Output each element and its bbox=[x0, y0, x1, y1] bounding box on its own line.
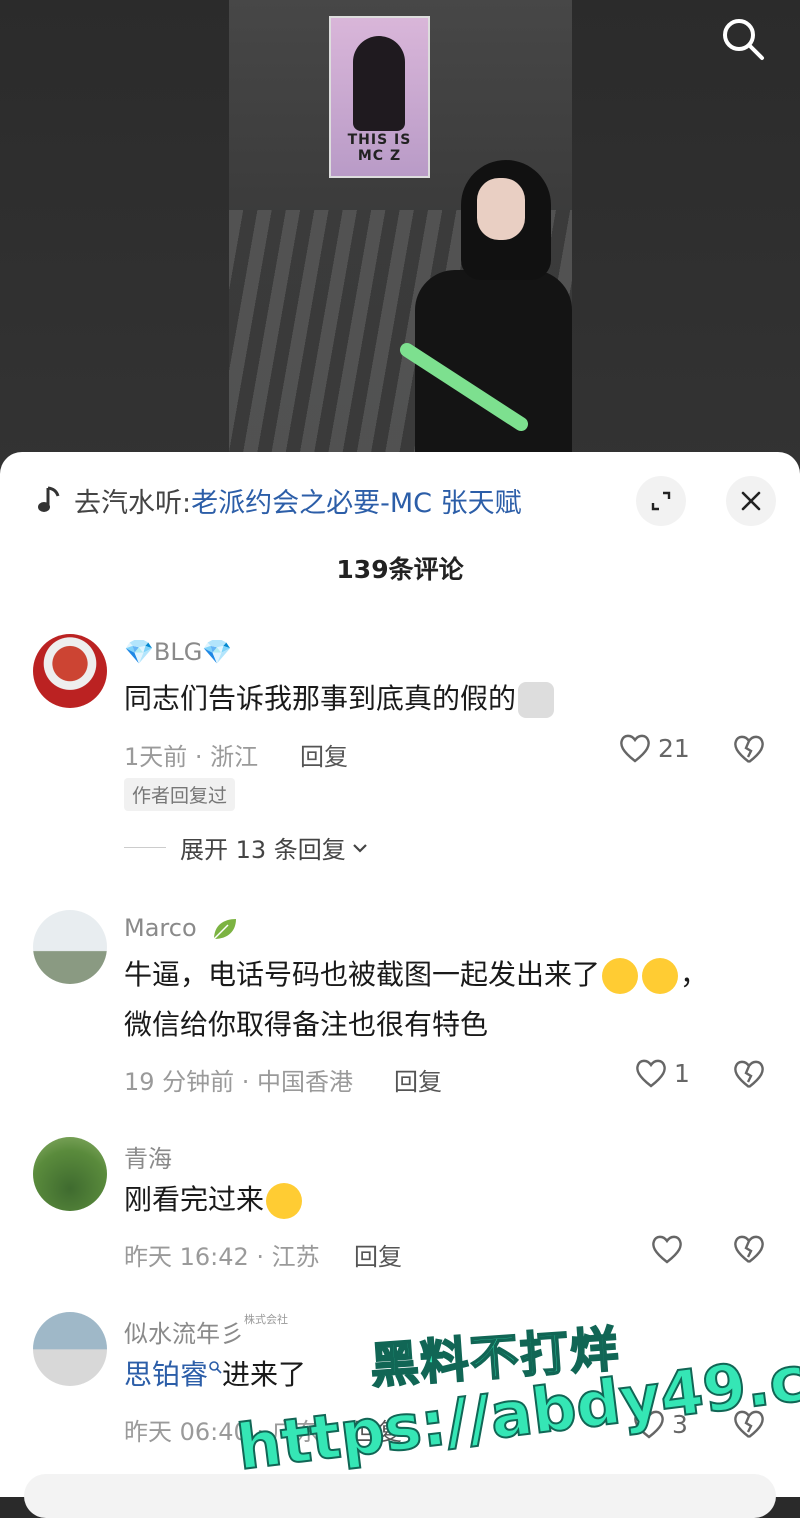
comment-meta: 1天前 · 浙江 bbox=[124, 743, 259, 771]
comment-meta: 昨天 16:42 · 江苏 bbox=[124, 1243, 320, 1271]
comment-text-body: 同志们告诉我那事到底真的假的 bbox=[124, 682, 517, 715]
leaf-icon bbox=[213, 919, 237, 940]
song-title[interactable]: 老派约会之必要-MC 张天赋 bbox=[191, 481, 521, 520]
reply-button[interactable]: 回复 bbox=[354, 1237, 402, 1272]
comment-meta: 19 分钟前 · 中国香港 bbox=[124, 1068, 354, 1096]
comment-username[interactable]: 💎BLG💎 bbox=[124, 638, 232, 666]
music-prefix: 去汽水听: bbox=[74, 487, 192, 519]
expand-icon bbox=[651, 491, 671, 511]
comment-username[interactable]: 似水流年彡株式会社 bbox=[124, 1313, 288, 1349]
music-note-icon bbox=[38, 486, 60, 512]
concert-poster: THIS IS MC Z bbox=[329, 16, 430, 178]
comment-text-tail: ， bbox=[680, 958, 709, 991]
video-frame[interactable]: THIS IS MC Z bbox=[229, 0, 572, 452]
comment-text: 刚看完过来 bbox=[124, 1175, 304, 1225]
poster-text: THIS IS MC Z bbox=[347, 132, 412, 164]
mention-link[interactable]: 思铂睿 bbox=[124, 1358, 208, 1391]
like-count: 1 bbox=[674, 1058, 690, 1088]
comment-text-line1: 牛逼，电话号码也被截图一起发出来了 ， bbox=[124, 950, 708, 1000]
close-button[interactable] bbox=[726, 476, 776, 526]
author-replied-badge: 作者回复过 bbox=[124, 778, 236, 811]
expand-replies-button[interactable]: 展开 13 条回复 bbox=[124, 830, 370, 865]
comment-username[interactable]: 青海 bbox=[124, 1139, 172, 1174]
comment-text: 同志们告诉我那事到底真的假的 bbox=[124, 674, 556, 724]
husky-emoji-icon bbox=[518, 682, 555, 718]
comment-text-line2: 微信给你取得备注也很有特色 bbox=[124, 1008, 489, 1041]
person-face bbox=[477, 178, 525, 240]
broken-heart-icon[interactable] bbox=[732, 1233, 766, 1265]
reply-button[interactable]: 回复 bbox=[394, 1062, 442, 1097]
comment-count: 139条评论 bbox=[336, 555, 464, 584]
divider-line bbox=[124, 847, 166, 848]
music-link[interactable]: 去汽水听: 老派约会之必要-MC 张天赋 bbox=[36, 480, 522, 520]
avatar[interactable] bbox=[33, 634, 107, 708]
avatar[interactable] bbox=[33, 910, 107, 984]
comment-username-text: Marco bbox=[124, 914, 197, 942]
crying-laughing-emoji-icon bbox=[642, 958, 679, 994]
like-button[interactable]: 1 bbox=[634, 1057, 690, 1089]
comment-text-body: 进来了 bbox=[222, 1358, 307, 1391]
comment-text-body: 牛逼，电话号码也被截图一起发出来了 bbox=[124, 958, 601, 991]
heart-icon bbox=[620, 734, 650, 763]
broken-heart-icon[interactable] bbox=[732, 733, 766, 765]
comment-input-bar[interactable] bbox=[24, 1474, 776, 1518]
reply-button[interactable]: 回复 bbox=[300, 737, 348, 772]
search-small-icon bbox=[209, 1361, 222, 1374]
comment-username-text: 似水流年彡 bbox=[124, 1320, 244, 1348]
comment-username[interactable]: Marco bbox=[124, 914, 238, 943]
avatar[interactable] bbox=[33, 1312, 107, 1386]
heart-icon bbox=[652, 1235, 682, 1264]
close-icon bbox=[741, 491, 761, 511]
expand-replies-label: 展开 13 条回复 bbox=[180, 836, 346, 864]
username-tag: 株式会社 bbox=[244, 1313, 288, 1326]
broken-heart-icon[interactable] bbox=[732, 1058, 766, 1090]
crying-laughing-emoji-icon bbox=[266, 1183, 303, 1219]
video-area[interactable]: THIS IS MC Z bbox=[0, 0, 800, 470]
chevron-down-icon bbox=[353, 843, 367, 853]
like-button[interactable] bbox=[650, 1233, 684, 1265]
poster-figure bbox=[353, 36, 405, 131]
like-count: 21 bbox=[658, 733, 690, 763]
avatar[interactable] bbox=[33, 1137, 107, 1211]
comment-text-body: 刚看完过来 bbox=[124, 1183, 265, 1216]
search-icon bbox=[723, 19, 764, 60]
comment-text: 思铂睿 进来了 bbox=[124, 1350, 306, 1400]
heart-icon bbox=[636, 1059, 666, 1088]
like-button[interactable]: 21 bbox=[618, 732, 690, 764]
search-button[interactable] bbox=[718, 14, 768, 64]
expand-button[interactable] bbox=[636, 476, 686, 526]
person-body bbox=[415, 270, 572, 452]
crying-laughing-emoji-icon bbox=[602, 958, 639, 994]
